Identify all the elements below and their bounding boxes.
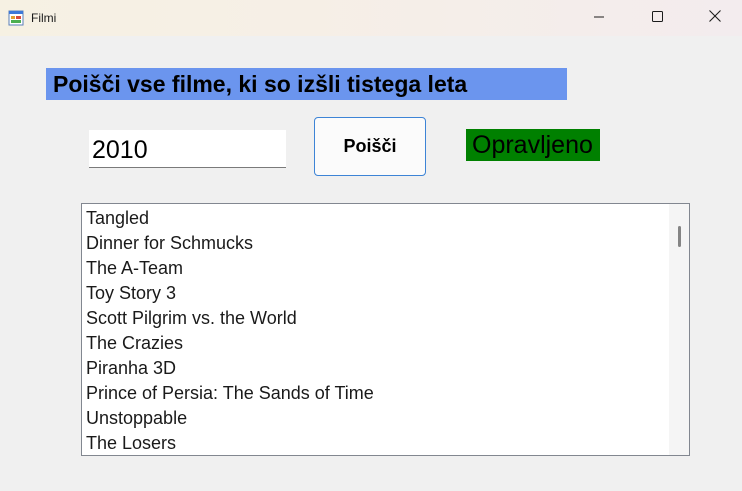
list-item[interactable]: The Losers [86,431,374,455]
list-item[interactable]: Piranha 3D [86,356,374,381]
vertical-scrollbar[interactable] [669,204,689,455]
close-icon [709,9,721,27]
maximize-icon [651,9,663,27]
window-title: Filmi [31,11,57,25]
list-item[interactable]: Toy Story 3 [86,281,374,306]
minimize-button[interactable] [576,0,622,36]
close-button[interactable] [692,0,738,36]
form-icon [8,10,24,26]
minimize-icon [594,9,604,27]
list-item[interactable]: Scott Pilgrim vs. the World [86,306,374,331]
maximize-button[interactable] [634,0,680,36]
scroll-thumb[interactable] [678,226,681,247]
year-input[interactable] [89,130,286,168]
search-button[interactable]: Poišči [314,117,426,176]
list-item[interactable]: Dinner for Schmucks [86,231,374,256]
movie-list: Tangled Dinner for Schmucks The A-Team T… [86,206,374,455]
title-bar[interactable]: Filmi [0,0,742,36]
app-window: Filmi Poišči vse filme, ki so izšli tist… [0,0,742,491]
list-item[interactable]: Unstoppable [86,406,374,431]
heading-label: Poišči vse filme, ki so izšli tistega le… [46,68,567,100]
list-item[interactable]: The Crazies [86,331,374,356]
list-item[interactable]: Prince of Persia: The Sands of Time [86,381,374,406]
list-item[interactable]: The A-Team [86,256,374,281]
status-label: Opravljeno [466,129,600,161]
movie-listbox[interactable]: Tangled Dinner for Schmucks The A-Team T… [81,203,690,456]
list-item[interactable]: Tangled [86,206,374,231]
